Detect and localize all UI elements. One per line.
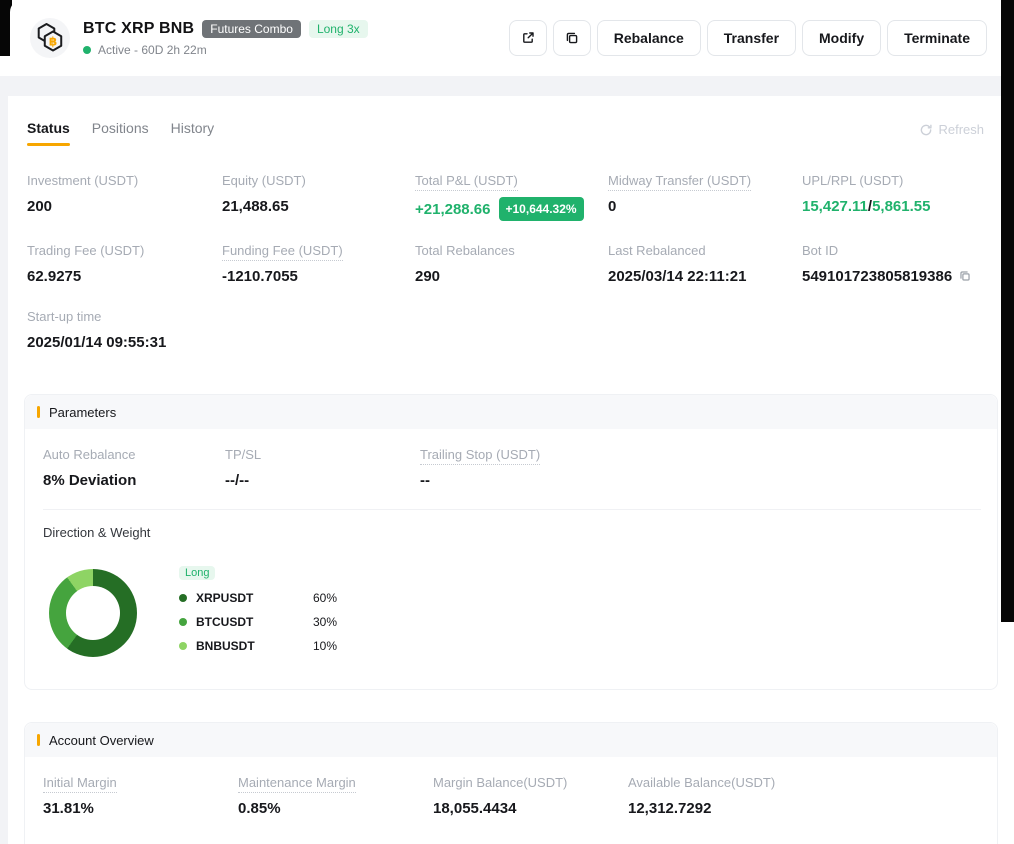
copy-icon: [564, 30, 580, 46]
acct-initial-margin: Initial Margin 31.81%: [43, 774, 238, 819]
stat-bot-id: Bot ID 549101723805819386: [802, 242, 988, 287]
direction-weight-donut: [49, 569, 137, 657]
refresh-button[interactable]: Refresh: [919, 122, 984, 137]
direction-weight-title: Direction & Weight: [43, 525, 981, 540]
bot-title: BTC XRP BNB: [83, 20, 194, 38]
copy-bot-id-icon[interactable]: [958, 269, 972, 283]
legend-item: BTCUSDT 30%: [179, 615, 337, 629]
stat-investment: Investment (USDT) 200: [27, 172, 222, 221]
bot-direction-badge: Long 3x: [309, 20, 368, 38]
stat-equity: Equity (USDT) 21,488.65: [222, 172, 415, 221]
pnl-percent-badge: +10,644.32%: [499, 197, 584, 221]
section-divider: [43, 509, 981, 510]
bot-header: ฿ BTC XRP BNB Futures Combo Long 3x Acti…: [10, 0, 1000, 76]
parameters-title: Parameters: [49, 405, 116, 420]
account-overview-header: Account Overview: [25, 723, 997, 757]
section-accent-bar: [37, 734, 40, 746]
stat-total-pnl: Total P&L (USDT) +21,288.66+10,644.32%: [415, 172, 608, 221]
account-overview-section: Account Overview Initial Margin 31.81% M…: [24, 722, 998, 844]
direction-weight-legend: Long XRPUSDT 60% BTCUSDT 30%: [179, 561, 337, 653]
stat-funding-fee: Funding Fee (USDT) -1210.7055: [222, 242, 415, 287]
stat-total-rebalances: Total Rebalances 290: [415, 242, 608, 287]
stat-midway-transfer: Midway Transfer (USDT) 0: [608, 172, 802, 221]
rebalance-button[interactable]: Rebalance: [597, 20, 701, 56]
acct-margin-balance: Margin Balance(USDT) 18,055.4434: [433, 774, 628, 819]
open-external-button[interactable]: [509, 20, 547, 56]
legend-item: XRPUSDT 60%: [179, 591, 337, 605]
account-overview-grid: Initial Margin 31.81% Maintenance Margin…: [43, 774, 981, 819]
tab-bar: Status Positions History Refresh: [27, 120, 984, 146]
param-tp-sl: TP/SL --/--: [225, 446, 420, 491]
refresh-icon: [919, 123, 933, 137]
header-actions: Rebalance Transfer Modify Terminate: [509, 20, 987, 56]
bot-status-text: Active - 60D 2h 22m: [98, 43, 207, 57]
bot-detail-page: ฿ BTC XRP BNB Futures Combo Long 3x Acti…: [0, 0, 1014, 844]
direction-weight-chart: Long XRPUSDT 60% BTCUSDT 30%: [43, 561, 981, 657]
account-overview-title: Account Overview: [49, 733, 154, 748]
legend-dot-xrpusdt: [179, 594, 187, 602]
tab-positions[interactable]: Positions: [92, 120, 149, 146]
legend-dot-bnbusdt: [179, 642, 187, 650]
bot-avatar: ฿: [30, 18, 70, 58]
stat-last-rebalanced: Last Rebalanced 2025/03/14 22:11:21: [608, 242, 802, 287]
param-auto-rebalance: Auto Rebalance 8% Deviation: [43, 446, 225, 491]
tab-history[interactable]: History: [171, 120, 215, 146]
parameters-section: Parameters Auto Rebalance 8% Deviation T…: [24, 394, 998, 690]
acct-maintenance-margin: Maintenance Margin 0.85%: [238, 774, 433, 819]
backdrop-right: [1001, 0, 1014, 622]
left-margin: [0, 96, 8, 844]
parameters-grid: Auto Rebalance 8% Deviation TP/SL --/-- …: [43, 446, 981, 491]
legend-dot-btcusdt: [179, 618, 187, 626]
stat-upl-rpl: UPL/RPL (USDT) 15,427.11/5,861.55: [802, 172, 988, 221]
status-dot: [83, 46, 91, 54]
bot-type-badge: Futures Combo: [202, 20, 301, 38]
tab-status[interactable]: Status: [27, 120, 70, 146]
copy-bot-button[interactable]: [553, 20, 591, 56]
legend-direction-badge: Long: [179, 566, 215, 580]
terminate-button[interactable]: Terminate: [887, 20, 987, 56]
svg-text:฿: ฿: [49, 35, 57, 49]
stat-startup-time: Start-up time 2025/01/14 09:55:31: [27, 308, 222, 353]
transfer-button[interactable]: Transfer: [707, 20, 796, 56]
stat-trading-fee: Trading Fee (USDT) 62.9275: [27, 242, 222, 287]
parameters-header: Parameters: [25, 395, 997, 429]
param-trailing-stop: Trailing Stop (USDT) --: [420, 446, 981, 491]
modify-button[interactable]: Modify: [802, 20, 881, 56]
card-gap: [0, 76, 1001, 96]
section-accent-bar: [37, 406, 40, 418]
status-summary: Investment (USDT) 200 Equity (USDT) 21,4…: [27, 172, 988, 353]
bot-detail-card: Status Positions History Refresh Investm…: [8, 96, 1000, 844]
futures-combo-icon: ฿: [30, 18, 70, 58]
external-link-icon: [520, 30, 536, 46]
acct-available-balance: Available Balance(USDT) 12,312.7292: [628, 774, 981, 819]
legend-item: BNBUSDT 10%: [179, 639, 337, 653]
